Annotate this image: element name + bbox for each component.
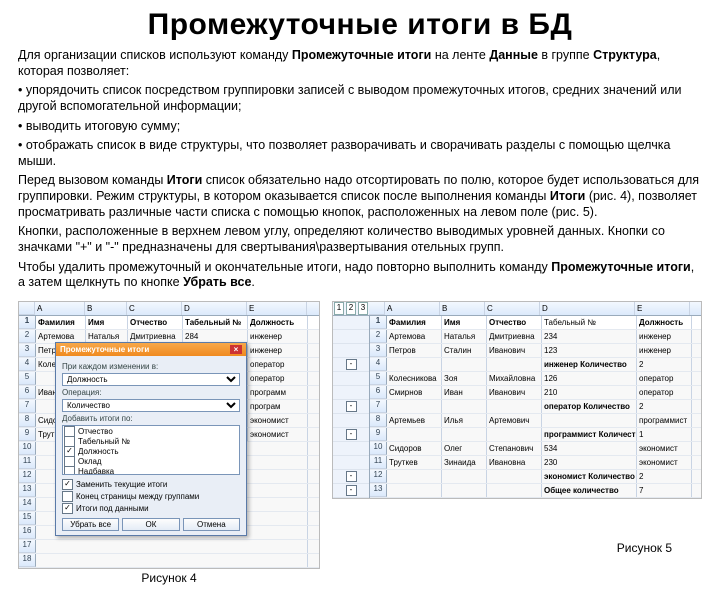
text: Чтобы удалить промежуточный и окончатель…	[18, 260, 551, 274]
cancel-button[interactable]: Отмена	[183, 518, 240, 531]
text: на ленте	[431, 48, 489, 62]
text-bold: Промежуточные итоги	[551, 260, 690, 274]
col-letter: A	[385, 302, 440, 315]
collapse-icon[interactable]: -	[346, 429, 357, 440]
paragraph: Чтобы удалить промежуточный и окончатель…	[18, 260, 702, 291]
text: в группе	[538, 48, 593, 62]
col-letter: B	[440, 302, 485, 315]
cell: Имя	[86, 316, 128, 329]
col-letter: E	[247, 302, 307, 315]
text: Перед вызовом команды	[18, 173, 167, 187]
add-totals-list[interactable]: ОтчествоТабельный №✓ДолжностьОкладНадбав…	[62, 425, 240, 475]
outline-level-button[interactable]: 2	[346, 302, 356, 315]
change-field-select[interactable]: Должность	[62, 373, 240, 386]
cell: Табельный №	[183, 316, 248, 329]
text-bold: Итоги	[550, 189, 585, 203]
bullet: • упорядочить список посредством группир…	[18, 83, 702, 114]
text: Для организации списков используют коман…	[18, 48, 292, 62]
cell: Отчество	[128, 316, 183, 329]
label: Операция:	[62, 388, 240, 397]
remove-all-button[interactable]: Убрать все	[62, 518, 119, 531]
paragraph: Для организации списков используют коман…	[18, 48, 702, 79]
paragraph: Перед вызовом команды Итоги список обяза…	[18, 173, 702, 220]
col-letter: B	[85, 302, 127, 315]
close-icon[interactable]: ×	[230, 345, 242, 354]
collapse-icon[interactable]: -	[346, 471, 357, 482]
cell: Фамилия	[36, 316, 86, 329]
bullet: • выводить итоговую сумму;	[18, 119, 702, 135]
text-bold: Убрать все	[183, 275, 251, 289]
col-letter: A	[35, 302, 85, 315]
paragraph: Кнопки, расположенные в верхнем левом уг…	[18, 224, 702, 255]
text: .	[251, 275, 254, 289]
col-letter: D	[540, 302, 635, 315]
subtotal-dialog: Промежуточные итоги × При каждом изменен…	[55, 342, 247, 536]
col-letter: C	[127, 302, 182, 315]
text-bold: Итоги	[167, 173, 202, 187]
col-letter: C	[485, 302, 540, 315]
collapse-icon[interactable]: -	[346, 359, 357, 370]
dialog-title: Промежуточные итоги	[60, 345, 149, 354]
bullet: • отображать список в виде структуры, чт…	[18, 138, 702, 169]
cell: Должность	[248, 316, 308, 329]
figure-5: 1 2 3 A B C D E ----- 1ФамилияИмяОтчеств…	[332, 301, 702, 499]
col-letter: D	[182, 302, 247, 315]
col-letter: E	[635, 302, 690, 315]
label: При каждом изменении в:	[62, 362, 240, 371]
figure-4: A B C D E 1 Фамилия Имя Отчество Табельн…	[18, 301, 320, 569]
outline-level-button[interactable]: 3	[358, 302, 368, 315]
outline-level-button[interactable]: 1	[334, 302, 344, 315]
collapse-icon[interactable]: -	[346, 485, 357, 496]
page-title: Промежуточные итоги в БД	[18, 8, 702, 42]
figure-caption: Рисунок 5	[617, 541, 672, 555]
figure-caption: Рисунок 4	[18, 571, 320, 585]
text-bold: Структура	[593, 48, 657, 62]
text-bold: Промежуточные итоги	[292, 48, 431, 62]
collapse-icon[interactable]: -	[346, 401, 357, 412]
label: Добавить итоги по:	[62, 414, 240, 423]
ok-button[interactable]: ОК	[122, 518, 179, 531]
operation-select[interactable]: Количество	[62, 399, 240, 412]
text-bold: Данные	[489, 48, 538, 62]
